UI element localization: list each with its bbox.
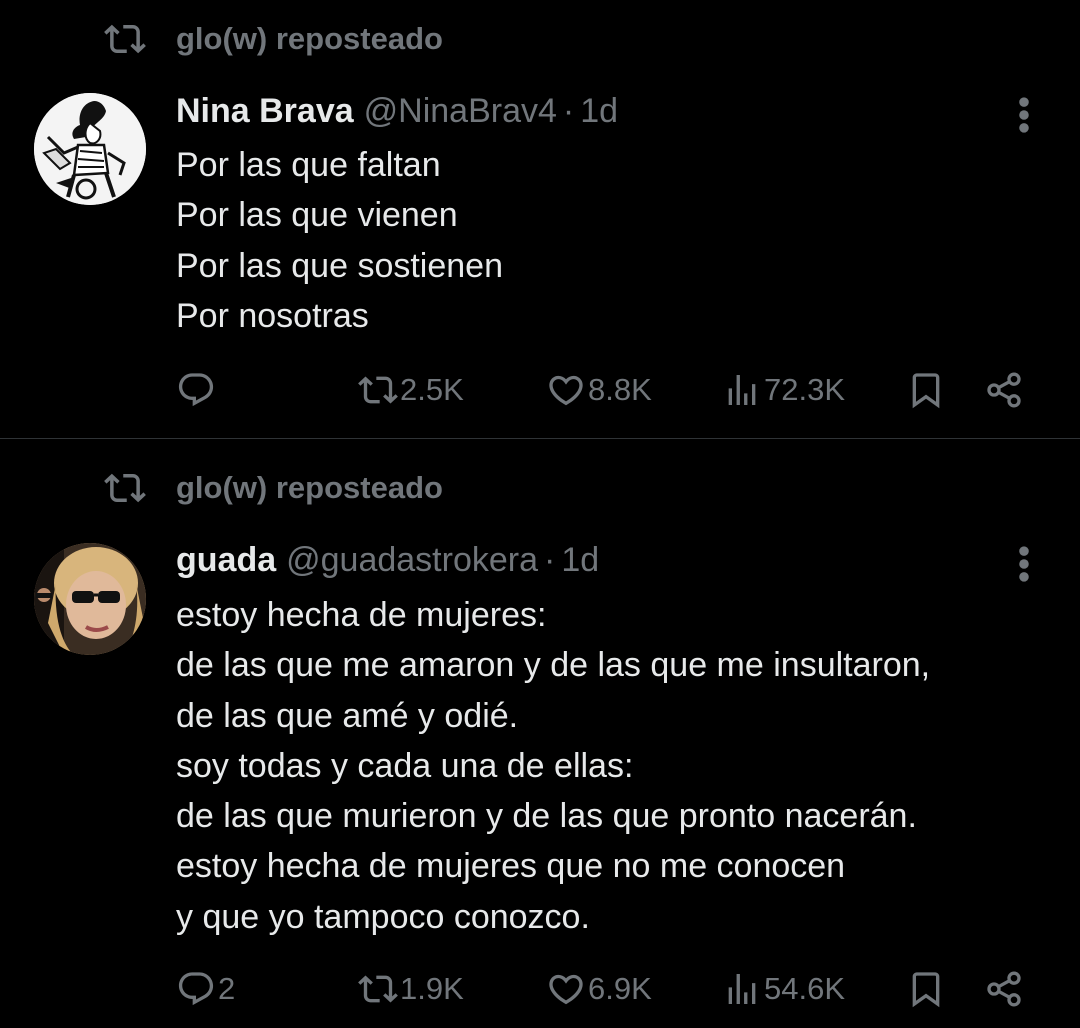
avatar-photo — [34, 543, 146, 655]
tweet[interactable]: glo(w) reposteado guada @guadastrokera ·… — [0, 439, 1080, 1028]
tweet-line: Por las que sostienen — [176, 246, 503, 285]
more-icon[interactable] — [1006, 542, 1042, 586]
repost-icon — [104, 467, 146, 509]
tweet-line: Por las que faltan — [176, 146, 441, 184]
reply-button[interactable]: 2 — [176, 964, 235, 1014]
tweet[interactable]: glo(w) reposteado Nina Brava @NinaBrav4 … — [0, 0, 1080, 438]
share-button[interactable] — [984, 964, 1024, 1014]
author-name[interactable]: guada — [176, 541, 276, 580]
tweet-line: de las que me amaron y de las que me ins… — [176, 646, 931, 685]
like-count: 8.8K — [588, 372, 652, 407]
views-icon — [722, 370, 762, 410]
bookmark-icon — [906, 969, 946, 1009]
heart-icon — [546, 969, 586, 1009]
repost-context[interactable]: glo(w) reposteado — [104, 18, 443, 60]
tweet-line: estoy hecha de mujeres que no me conocen — [176, 847, 846, 886]
repost-context-label: glo(w) reposteado — [176, 470, 443, 505]
separator-dot: · — [544, 541, 556, 579]
avatar-illustration — [34, 93, 146, 205]
repost-icon — [104, 18, 146, 60]
tweet-text: estoy hecha de mujeres: de las que me ama… — [176, 590, 930, 942]
reply-button[interactable] — [176, 365, 218, 415]
avatar[interactable] — [34, 543, 146, 655]
share-button[interactable] — [984, 365, 1024, 415]
repost-button[interactable]: 1.9K — [358, 964, 464, 1014]
repost-context-label: glo(w) reposteado — [176, 21, 443, 56]
tweet-line: Por nosotras — [176, 296, 369, 335]
author-handle[interactable]: @NinaBrav4 — [364, 92, 557, 131]
views-icon — [722, 969, 762, 1009]
repost-icon — [358, 969, 398, 1009]
tweet-line: de las que amé y odié. — [176, 696, 519, 735]
timestamp[interactable]: 1d — [580, 92, 618, 131]
tweet-line: de las que murieron y de las que pronto … — [176, 797, 917, 836]
timestamp[interactable]: 1d — [561, 541, 599, 580]
action-bar: 2.5K 8.8K 72.3K — [176, 365, 1036, 415]
repost-icon — [358, 370, 398, 410]
heart-icon — [546, 370, 586, 410]
like-count: 6.9K — [588, 971, 652, 1006]
reply-icon — [176, 969, 216, 1009]
tweet-text: Por las que faltan Por las que vienen Por … — [176, 140, 503, 341]
repost-count: 1.9K — [400, 971, 464, 1006]
action-bar: 2 1.9K 6.9K 54.6K — [176, 964, 1036, 1014]
views-button[interactable]: 54.6K — [722, 964, 845, 1014]
bookmark-icon — [906, 370, 946, 410]
separator-dot: · — [562, 92, 575, 130]
author-handle[interactable]: @guadastrokera — [286, 541, 538, 580]
repost-button[interactable]: 2.5K — [358, 365, 464, 415]
repost-context[interactable]: glo(w) reposteado — [104, 467, 443, 509]
tweet-line: estoy hecha de mujeres: — [176, 596, 547, 634]
share-icon — [984, 969, 1024, 1009]
like-button[interactable]: 8.8K — [546, 365, 652, 415]
tweet-line: Por las que vienen — [176, 196, 458, 235]
reply-count: 2 — [218, 971, 236, 1006]
avatar[interactable] — [34, 93, 146, 205]
tweet-header: Nina Brava @NinaBrav4 · 1d — [176, 92, 618, 131]
reply-icon — [176, 370, 216, 410]
views-count: 72.3K — [764, 372, 846, 407]
more-icon[interactable] — [1006, 93, 1042, 137]
like-button[interactable]: 6.9K — [546, 964, 652, 1014]
bookmark-button[interactable] — [906, 365, 946, 415]
views-button[interactable]: 72.3K — [722, 365, 845, 415]
tweet-line: y que yo tampoco conozco. — [176, 897, 590, 936]
repost-count: 2.5K — [400, 372, 464, 407]
share-icon — [984, 370, 1024, 410]
views-count: 54.6K — [764, 971, 846, 1006]
bookmark-button[interactable] — [906, 964, 946, 1014]
tweet-line: soy todas y cada una de ellas: — [176, 746, 634, 785]
author-name[interactable]: Nina Brava — [176, 92, 354, 131]
tweet-header: guada @guadastrokera · 1d — [176, 541, 599, 580]
